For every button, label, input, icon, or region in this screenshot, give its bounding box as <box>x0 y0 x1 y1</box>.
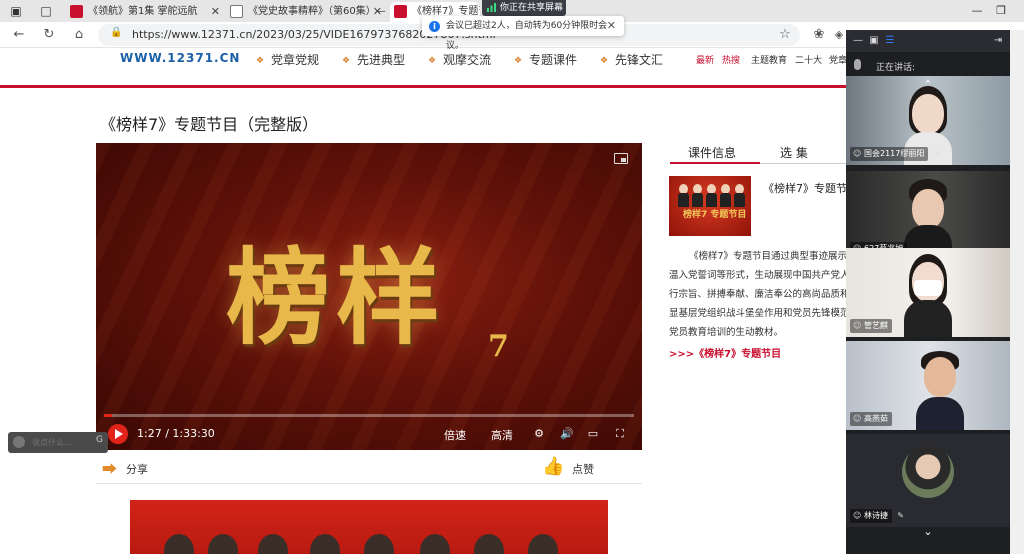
course-description: 《榜样7》专题节目通过典型事迹展示 温入党誓词等形式，生动展现中国共产党人 行宗… <box>669 251 847 338</box>
meeting-panel: — ▣ ☰ ⇥ 正在讲话: 国会2117缪丽阳✎ ⌃ 627蔡兆旭 管艺麒 <box>846 30 1010 554</box>
home-icon[interactable]: ⌂ <box>70 26 88 44</box>
close-icon[interactable]: ✕ <box>607 16 616 36</box>
meeting-toolbar: — ▣ ☰ ⇥ <box>846 30 1010 52</box>
tab-1[interactable]: 《领航》第1集 掌舵远航 ✕ <box>66 2 224 22</box>
tab-course-info[interactable]: 课件信息 <box>688 144 736 164</box>
share-like-row: ⮕ 分享 👍 点赞 <box>96 452 642 484</box>
tab-favicon-icon <box>394 5 407 18</box>
nav-item-literature[interactable]: ❖ 先锋文汇 <box>600 51 663 68</box>
volume-icon[interactable]: 🔊 <box>560 427 574 440</box>
tab-actions-icon[interactable]: □ <box>38 3 54 19</box>
fullscreen-icon[interactable]: ⛶ <box>613 427 627 441</box>
scroll-down-icon[interactable]: ⌄ <box>916 526 940 538</box>
page-scrollbar[interactable] <box>1010 30 1024 554</box>
avatar <box>902 446 954 498</box>
nav-bullet-icon: ❖ <box>514 56 523 66</box>
signal-icon <box>487 3 496 12</box>
emoji-icon[interactable] <box>13 436 25 448</box>
course-title[interactable]: 《榜样7》专题节 <box>763 180 847 196</box>
nav-item-models[interactable]: ❖ 先进典型 <box>342 51 405 68</box>
participant-name: 林诗捷✎ <box>850 509 904 523</box>
progress-fill <box>104 414 113 417</box>
workspaces-icon[interactable]: ▣ <box>8 3 24 19</box>
participant-name: 国会2117缪丽阳✎ <box>850 147 940 161</box>
lock-icon: 🔒 <box>110 27 123 38</box>
pencil-icon: ✎ <box>897 511 904 520</box>
thumbnail-caption: 榜样7 专题节目 <box>683 210 747 220</box>
nav-item-courseware[interactable]: ❖ 专题课件 <box>514 51 577 68</box>
speaking-row: 正在讲话: <box>846 56 1010 76</box>
info-icon: i <box>429 21 440 32</box>
site-logo[interactable]: WWW.12371.CN <box>120 51 240 65</box>
video-tile[interactable]: 管艺麒 <box>846 248 1010 340</box>
share-button[interactable]: 分享 <box>126 461 148 477</box>
participant-name: 管艺麒 <box>850 319 892 333</box>
expand-panel-icon[interactable]: ⇥ <box>992 35 1004 47</box>
close-tab-icon[interactable]: ✕ <box>211 2 220 22</box>
video-tile[interactable]: 高燕茹 <box>846 341 1010 433</box>
minimize-icon[interactable]: — <box>968 2 986 20</box>
pencil-icon: ✎ <box>933 149 941 158</box>
top-link-theme-education[interactable]: 主题教育 <box>751 53 787 66</box>
info-tabs: 课件信息 选 集 <box>670 144 846 164</box>
play-button[interactable] <box>108 424 128 444</box>
share-label: 你正在共享屏幕 <box>500 3 564 13</box>
chat-input-box[interactable]: G <box>8 432 108 453</box>
chat-extra: G <box>96 435 103 445</box>
window-mode-icon[interactable]: ▣ <box>868 35 880 47</box>
top-link-hot[interactable]: 热搜 <box>722 53 740 66</box>
top-link-20th-congress[interactable]: 二十大 <box>795 53 822 66</box>
picture-in-picture-icon[interactable] <box>614 153 628 164</box>
speaking-label: 正在讲话: <box>876 63 916 73</box>
video-progress-bar[interactable] <box>104 414 634 417</box>
participant-name: 高燕茹 <box>850 412 892 426</box>
nav-item-party-rules[interactable]: ❖ 党章党规 <box>256 51 319 68</box>
nav-bullet-icon: ❖ <box>256 56 265 66</box>
video-time: 1:27 / 1:33:30 <box>137 427 215 440</box>
video-overlay-title: 榜样 <box>226 236 447 359</box>
nav-bullet-icon: ❖ <box>600 56 609 66</box>
scroll-up-icon[interactable]: ⌃ <box>916 79 940 90</box>
nav-bullet-icon: ❖ <box>428 56 437 66</box>
screen-share-indicator[interactable]: 你正在共享屏幕 <box>482 0 566 16</box>
favorite-star-icon[interactable]: ☆ <box>776 26 794 44</box>
thumbs-up-icon[interactable]: 👍 <box>542 456 564 477</box>
quality-button[interactable]: 高清 <box>491 427 513 443</box>
nav-item-exchange[interactable]: ❖ 观摩交流 <box>428 51 491 68</box>
tab-episodes[interactable]: 选 集 <box>780 144 808 161</box>
page-icon <box>230 5 243 18</box>
like-button[interactable]: 点赞 <box>572 461 594 477</box>
video-player[interactable]: 榜样 7 1:27 / 1:33:30 倍速 高清 ⚙ 🔊 ▭ ⛶ <box>96 143 642 450</box>
program-banner-image <box>130 500 608 554</box>
nav-bullet-icon: ❖ <box>342 56 351 66</box>
tab-title: 《党史故事精粹》（第60集）— <box>248 6 386 17</box>
tab-favicon-icon <box>70 5 83 18</box>
microphone-icon <box>854 59 861 70</box>
program-link[interactable]: >>>《榜样7》专题节目 <box>669 345 781 360</box>
refresh-icon[interactable]: ↻ <box>40 26 58 44</box>
settings-icon[interactable]: ⚙ <box>532 427 546 440</box>
minimize-panel-icon[interactable]: — <box>852 35 864 47</box>
top-link-latest[interactable]: 最新 <box>696 53 714 66</box>
tab-2[interactable]: 《党史故事精粹》（第60集）— ✕ <box>226 2 386 22</box>
top-link-constitution[interactable]: 党章 <box>829 53 846 66</box>
chat-input[interactable] <box>32 435 94 450</box>
tab-title: 《领航》第1集 掌舵远航 <box>88 6 198 17</box>
close-tab-icon[interactable]: ✕ <box>373 2 382 22</box>
back-icon[interactable]: ← <box>10 26 28 44</box>
widescreen-icon[interactable]: ▭ <box>586 427 600 440</box>
video-overlay-number: 7 <box>488 329 509 364</box>
list-view-icon[interactable]: ☰ <box>884 35 896 47</box>
speed-button[interactable]: 倍速 <box>444 427 466 443</box>
video-tile[interactable]: 林诗捷✎ <box>846 434 1010 530</box>
meeting-notice-toast: i 会议已超过2人，自动转为60分钟限时会议。 ✕ <box>422 16 624 51</box>
page-title: 《榜样7》专题节目（完整版） <box>100 115 319 134</box>
header-divider <box>0 85 846 88</box>
course-thumbnail[interactable]: 榜样7 专题节目 <box>669 176 751 236</box>
extension-icon[interactable]: ❀ <box>810 26 828 44</box>
maximize-icon[interactable]: ❐ <box>992 2 1010 20</box>
share-icon[interactable]: ⮕ <box>102 458 117 479</box>
